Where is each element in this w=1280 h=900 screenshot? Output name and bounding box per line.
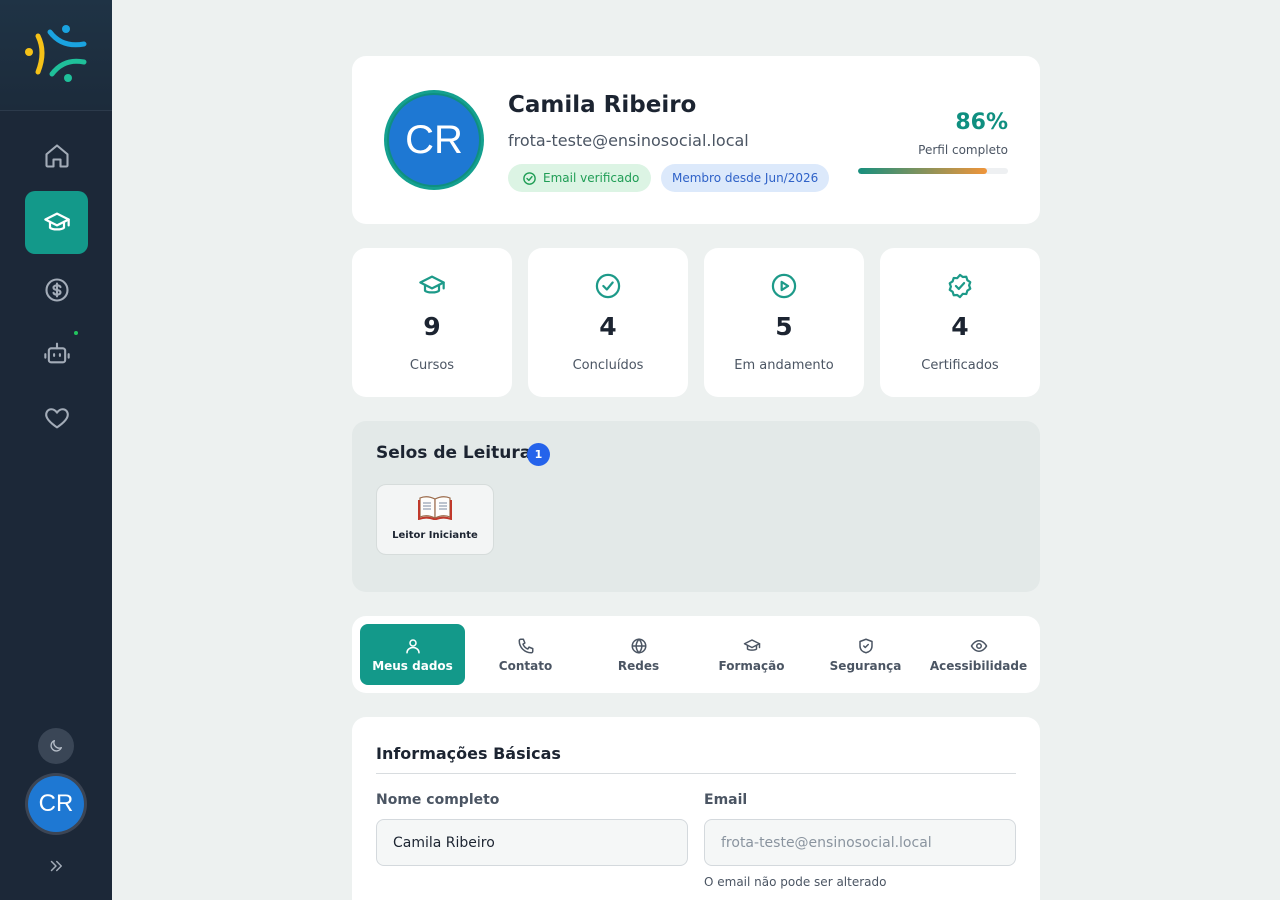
home-icon bbox=[44, 143, 69, 168]
member-since-badge: Membro desde Jun/2026 bbox=[661, 164, 830, 192]
stat-label: Concluídos bbox=[572, 358, 644, 373]
badge-check-icon bbox=[944, 270, 976, 302]
logo-icon bbox=[25, 25, 87, 82]
user-icon bbox=[405, 638, 420, 653]
profile-completion-bar bbox=[858, 168, 1008, 174]
nav-finance[interactable] bbox=[25, 258, 88, 321]
profile-completion-percent: 86% bbox=[955, 110, 1008, 135]
tab-label: Meus dados bbox=[372, 658, 453, 673]
stat-value: 9 bbox=[423, 312, 441, 341]
check-circle-icon bbox=[592, 270, 624, 302]
user-avatar[interactable]: CR bbox=[25, 773, 87, 835]
email-label: Email bbox=[704, 792, 748, 808]
phone-icon bbox=[518, 638, 533, 653]
stat-value: 4 bbox=[951, 312, 969, 341]
sidebar: CR bbox=[0, 0, 112, 900]
theme-toggle-button[interactable] bbox=[38, 728, 74, 764]
email-verified-label: Email verificado bbox=[543, 171, 640, 185]
open-book-icon bbox=[377, 494, 493, 524]
graduation-cap-icon bbox=[416, 270, 448, 302]
dollar-circle-icon bbox=[44, 277, 69, 302]
tab-networks[interactable]: Redes bbox=[586, 624, 691, 685]
nav-home[interactable] bbox=[25, 124, 88, 187]
profile-completion-label: Perfil completo bbox=[918, 143, 1008, 157]
member-since-label: Membro desde Jun/2026 bbox=[672, 171, 819, 185]
robot-icon bbox=[43, 342, 70, 363]
globe-icon bbox=[631, 637, 646, 654]
profile-initials: CR bbox=[387, 93, 481, 187]
full-name-label: Nome completo bbox=[376, 792, 500, 808]
profile-tabs: Meus dados Contato Redes Formação Segura… bbox=[352, 616, 1040, 693]
nav-courses[interactable] bbox=[25, 191, 88, 254]
stat-courses: 9 Cursos bbox=[352, 248, 512, 397]
seal-item[interactable]: Leitor Iniciante bbox=[376, 484, 494, 555]
eye-icon bbox=[970, 639, 987, 652]
profile-completion-fill bbox=[858, 168, 987, 174]
stat-completed: 4 Concluídos bbox=[528, 248, 688, 397]
tab-label: Contato bbox=[498, 658, 553, 673]
tab-label: Acessibilidade bbox=[929, 658, 1028, 673]
nav-favorites[interactable] bbox=[25, 386, 88, 449]
moon-icon bbox=[50, 740, 62, 752]
chevrons-right-icon bbox=[50, 860, 62, 872]
email-input[interactable] bbox=[704, 819, 1016, 866]
tab-security[interactable]: Segurança bbox=[813, 624, 918, 685]
heart-icon bbox=[44, 407, 69, 428]
stat-label: Cursos bbox=[409, 358, 455, 373]
tab-contact[interactable]: Contato bbox=[473, 624, 578, 685]
stat-certificates: 4 Certificados bbox=[880, 248, 1040, 397]
stat-value: 4 bbox=[599, 312, 617, 341]
basic-info-form: Informações Básicas Nome completo Email … bbox=[352, 717, 1040, 900]
reading-seals-section: Selos de Leitura 1 Leitor Iniciante bbox=[352, 421, 1040, 592]
profile-name: Camila Ribeiro bbox=[508, 92, 697, 118]
profile-email: frota-teste@ensinosocial.local bbox=[508, 131, 749, 150]
logo[interactable] bbox=[0, 0, 112, 111]
profile-card: CR Camila Ribeiro frota-teste@ensinosoci… bbox=[352, 56, 1040, 224]
shield-check-icon bbox=[858, 638, 873, 653]
seal-label: Leitor Iniciante bbox=[392, 530, 478, 541]
tab-education[interactable]: Formação bbox=[699, 624, 804, 685]
graduation-cap-icon bbox=[43, 212, 70, 231]
online-indicator bbox=[74, 331, 78, 335]
stat-in-progress: 5 Em andamento bbox=[704, 248, 864, 397]
tab-label: Redes bbox=[617, 658, 660, 673]
tab-label: Segurança bbox=[829, 658, 902, 673]
check-circle-icon bbox=[523, 171, 536, 185]
tab-accessibility[interactable]: Acessibilidade bbox=[926, 624, 1031, 685]
stat-label: Certificados bbox=[921, 358, 999, 373]
email-verified-badge: Email verificado bbox=[508, 164, 652, 192]
nav-assistant[interactable] bbox=[25, 321, 88, 384]
stat-value: 5 bbox=[775, 312, 793, 341]
profile-avatar[interactable]: CR bbox=[384, 90, 484, 190]
email-help-text: O email não pode ser alterado bbox=[704, 875, 887, 889]
full-name-input[interactable] bbox=[376, 819, 688, 866]
graduation-cap-icon bbox=[743, 638, 760, 651]
tab-label: Formação bbox=[718, 658, 785, 673]
reading-seals-count-badge: 1 bbox=[527, 443, 550, 466]
form-title: Informações Básicas bbox=[376, 744, 561, 763]
avatar-initials: CR bbox=[28, 776, 84, 832]
play-circle-icon bbox=[768, 270, 800, 302]
stat-label: Em andamento bbox=[734, 358, 834, 373]
tab-my-data[interactable]: Meus dados bbox=[360, 624, 465, 685]
reading-seals-title: Selos de Leitura bbox=[376, 443, 532, 463]
expand-sidebar-button[interactable] bbox=[44, 854, 68, 878]
divider bbox=[376, 773, 1016, 774]
